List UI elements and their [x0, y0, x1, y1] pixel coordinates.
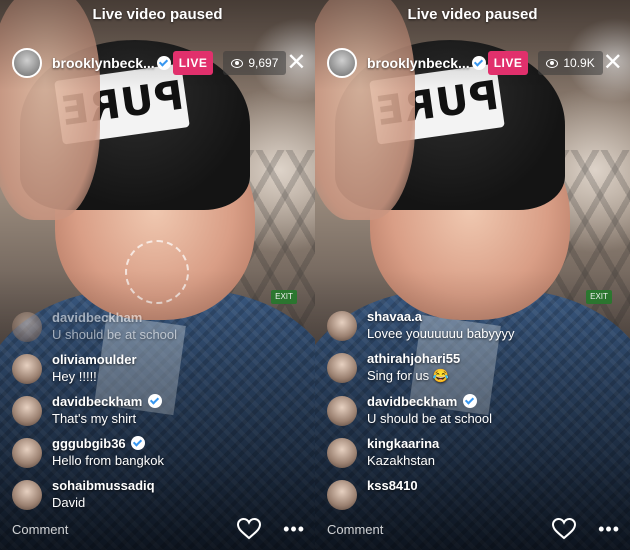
- commenter-username[interactable]: davidbeckham: [52, 394, 162, 409]
- commenter-avatar[interactable]: [12, 396, 42, 426]
- commenter-username[interactable]: davidbeckham: [52, 310, 177, 325]
- comment-text: Hey !!!!!: [52, 369, 97, 384]
- list-item: gggubgib36 Hello from bangkok: [12, 436, 305, 468]
- commenter-username[interactable]: kss8410: [367, 478, 418, 493]
- comment-bar: Comment •••: [12, 516, 305, 542]
- verified-icon: [147, 394, 162, 408]
- commenter-username[interactable]: athirahjohari55: [367, 351, 460, 366]
- commenter-avatar[interactable]: [12, 312, 42, 342]
- eye-icon: [231, 58, 244, 68]
- viewer-count-value: 10.9K: [563, 56, 595, 70]
- list-item: sohaibmussadiq David: [12, 478, 305, 510]
- commenter-avatar[interactable]: [12, 354, 42, 384]
- comment-text: Hello from bangkok: [52, 453, 164, 468]
- commenter-username[interactable]: kingkaarina: [367, 436, 439, 451]
- list-item: oliviamoulder Hey !!!!!: [12, 352, 305, 384]
- commenter-username[interactable]: sohaibmussadiq: [52, 478, 155, 493]
- heart-icon[interactable]: [552, 518, 577, 540]
- comment-text: Kazakhstan: [367, 453, 435, 468]
- comment-list: davidbeckham U should be at school olivi…: [12, 310, 305, 510]
- commenter-username[interactable]: oliviamoulder: [52, 352, 137, 367]
- status-text: Live video paused: [407, 6, 538, 23]
- live-header: brooklynbeck... LIVE 9,697 ✕: [12, 48, 307, 78]
- viewer-count-value: 9,697: [248, 56, 279, 70]
- comment-input[interactable]: Comment: [327, 522, 552, 537]
- live-badge: LIVE: [487, 51, 529, 75]
- commenter-avatar[interactable]: [12, 438, 42, 468]
- broadcaster-username[interactable]: brooklynbeck...: [367, 55, 486, 71]
- comment-input[interactable]: Comment: [12, 522, 237, 537]
- more-icon[interactable]: •••: [598, 519, 620, 540]
- verified-icon: [131, 436, 146, 450]
- live-header: brooklynbeck... LIVE 10.9K ✕: [327, 48, 623, 78]
- verified-icon: [462, 394, 477, 408]
- commenter-avatar[interactable]: [327, 353, 357, 383]
- comment-text: U should be at school: [367, 411, 493, 426]
- more-icon[interactable]: •••: [283, 519, 305, 540]
- comment-text: Sing for us 😂: [367, 368, 449, 383]
- live-video-panel-right: EXIT PURE Live video paused brooklynbeck…: [315, 0, 630, 550]
- comment-text: That's my shirt: [52, 411, 137, 426]
- list-item: kss8410: [327, 478, 620, 510]
- commenter-avatar[interactable]: [12, 480, 42, 510]
- live-badge: LIVE: [172, 51, 214, 75]
- heart-icon[interactable]: [237, 518, 262, 540]
- commenter-username[interactable]: davidbeckham: [367, 394, 492, 409]
- comment-text: U should be at school: [52, 327, 178, 342]
- comment-text: David: [52, 495, 86, 510]
- commenter-avatar[interactable]: [327, 480, 357, 510]
- list-item: davidbeckham U should be at school: [12, 310, 305, 342]
- broadcaster-avatar[interactable]: [12, 48, 42, 78]
- comment-text: Lovee youuuuuu babyyyy: [367, 326, 515, 341]
- commenter-avatar[interactable]: [327, 396, 357, 426]
- list-item: davidbeckham U should be at school: [327, 394, 620, 426]
- live-video-panel-left: EXIT PURE Live video paused brooklynbeck…: [0, 0, 315, 550]
- list-item: shavaa.a Lovee youuuuuu babyyyy: [327, 309, 620, 341]
- list-item: kingkaarina Kazakhstan: [327, 436, 620, 468]
- eye-icon: [546, 58, 559, 68]
- broadcaster-username[interactable]: brooklynbeck...: [52, 55, 171, 71]
- broadcaster-avatar[interactable]: [327, 48, 357, 78]
- commenter-avatar[interactable]: [327, 438, 357, 468]
- list-item: athirahjohari55 Sing for us 😂: [327, 351, 620, 384]
- close-icon[interactable]: ✕: [286, 51, 306, 75]
- close-icon[interactable]: ✕: [603, 51, 623, 75]
- viewer-count[interactable]: 10.9K: [538, 51, 603, 75]
- status-text: Live video paused: [92, 6, 223, 23]
- list-item: davidbeckham That's my shirt: [12, 394, 305, 426]
- commenter-username[interactable]: gggubgib36: [52, 436, 164, 451]
- comment-bar: Comment •••: [327, 516, 620, 542]
- commenter-avatar[interactable]: [327, 311, 357, 341]
- viewer-count[interactable]: 9,697: [223, 51, 287, 75]
- commenter-username[interactable]: shavaa.a: [367, 309, 514, 324]
- comment-list: shavaa.a Lovee youuuuuu babyyyy athirahj…: [327, 299, 620, 510]
- verified-icon: [471, 56, 486, 70]
- instagram-live-comparison: EXIT PURE Live video paused brooklynbeck…: [0, 0, 630, 550]
- verified-icon: [156, 56, 171, 70]
